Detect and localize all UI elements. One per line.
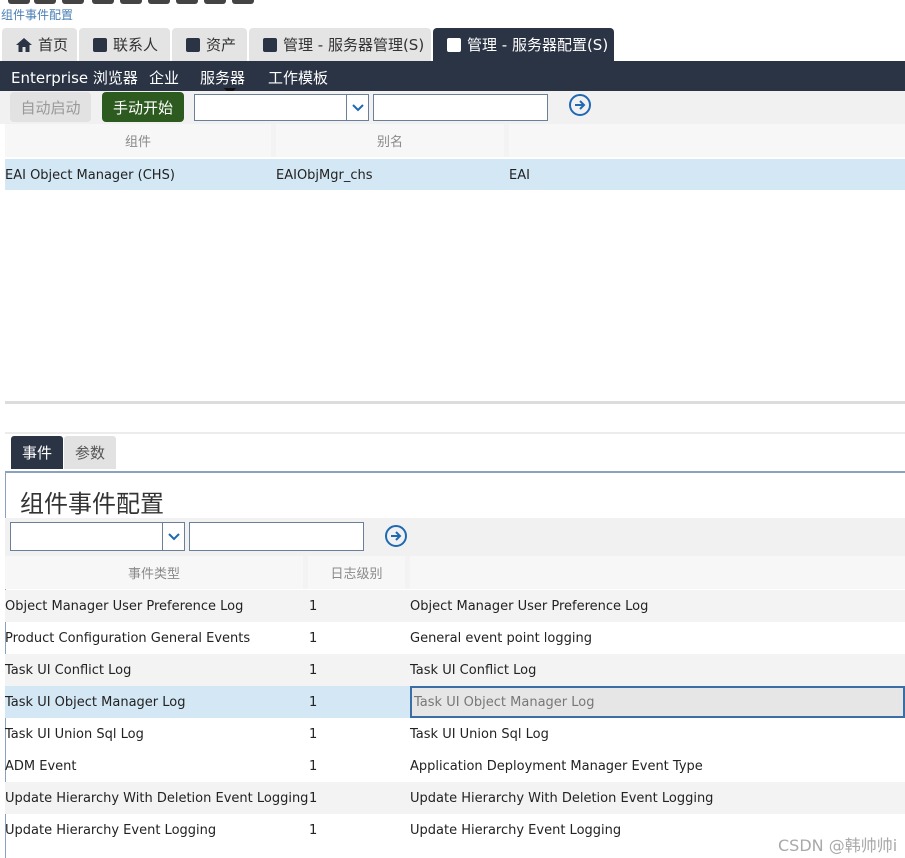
column-header-alias[interactable]: 别名	[276, 124, 504, 157]
grid-divider	[5, 401, 905, 404]
go-arrow-icon[interactable]	[569, 94, 591, 116]
events-query-value-input[interactable]	[189, 522, 364, 551]
square-icon	[186, 37, 200, 52]
toolbar-stub[interactable]	[92, 0, 114, 4]
nav-item-job-templates[interactable]: 工作模板	[268, 67, 328, 88]
cell-event-type: ADM Event	[5, 759, 77, 774]
cell-log-level: 1	[309, 631, 318, 646]
cell-log-level: 1	[309, 663, 318, 678]
section-separator	[5, 432, 905, 434]
cell-description: Task UI Union Sql Log	[410, 727, 549, 742]
column-header-extra[interactable]	[509, 124, 905, 157]
top-toolbar-strip	[0, 0, 905, 5]
cell-log-level: 1	[309, 727, 318, 742]
cell-event-type: Update Hierarchy With Deletion Event Log…	[5, 791, 309, 806]
query-value-input[interactable]	[373, 94, 548, 121]
nav-item-enterprise[interactable]: 企业	[149, 67, 179, 88]
square-outline-icon	[447, 37, 461, 52]
tab-label: 管理 - 服务器管理(S)	[283, 36, 425, 54]
table-row[interactable]: Task UI Union Sql Log 1 Task UI Union Sq…	[5, 718, 905, 750]
cell-description: Update Hierarchy Event Logging	[410, 823, 622, 838]
query-field-select[interactable]	[194, 94, 369, 121]
go-arrow-icon[interactable]	[385, 525, 407, 547]
toolbar-stub[interactable]	[8, 0, 30, 4]
column-header-log-level[interactable]: 日志级别	[308, 556, 405, 589]
description-edit-field[interactable]: Task UI Object Manager Log	[410, 686, 905, 718]
cell-log-level: 1	[309, 823, 318, 838]
home-icon	[16, 37, 32, 52]
cell-description: Application Deployment Manager Event Typ…	[410, 759, 703, 774]
column-header-event-type[interactable]: 事件类型	[5, 556, 303, 589]
cell-log-level: 1	[309, 791, 318, 806]
breadcrumb[interactable]: 组件事件配置	[1, 6, 73, 23]
cell-event-type: Product Configuration General Events	[5, 631, 251, 646]
table-row[interactable]: Object Manager User Preference Log 1 Obj…	[5, 590, 905, 622]
cell-log-level: 1	[309, 695, 318, 710]
cell-component: EAI Object Manager (CHS)	[5, 168, 175, 183]
square-icon	[93, 37, 107, 52]
column-header-component[interactable]: 组件	[5, 124, 271, 157]
toolbar-stub[interactable]	[176, 0, 198, 4]
table-row[interactable]: Task UI Conflict Log 1 Task UI Conflict …	[5, 654, 905, 686]
cell-description: Update Hierarchy With Deletion Event Log…	[410, 791, 714, 806]
cell-event-type: Object Manager User Preference Log	[5, 599, 244, 614]
panel-title: 组件事件配置	[20, 490, 164, 518]
events-query-field-select[interactable]	[10, 522, 185, 551]
tab-home[interactable]: 首页	[2, 28, 77, 61]
tab-contacts[interactable]: 联系人	[79, 28, 170, 61]
table-row[interactable]: Update Hierarchy Event Logging 1 Update …	[5, 814, 905, 846]
cell-extra: EAI	[509, 168, 530, 183]
cell-event-type: Task UI Union Sql Log	[5, 727, 144, 742]
column-header-description[interactable]	[410, 556, 905, 589]
toolbar-stub[interactable]	[120, 0, 142, 4]
chevron-down-icon[interactable]	[346, 95, 368, 120]
tab-label: 首页	[38, 36, 69, 54]
cell-event-type: Task UI Conflict Log	[5, 663, 132, 678]
toolbar-stub[interactable]	[34, 0, 56, 4]
cell-log-level: 1	[309, 599, 318, 614]
table-row[interactable]: EAI Object Manager (CHS) EAIObjMgr_chs E…	[5, 159, 905, 191]
subtab-events[interactable]: 事件	[11, 436, 63, 469]
table-row[interactable]: ADM Event 1 Application Deployment Manag…	[5, 750, 905, 782]
toolbar-stub[interactable]	[62, 0, 84, 4]
cell-alias: EAIObjMgr_chs	[276, 168, 373, 183]
sub-nav-bar: Enterprise 浏览器 企业 服务器 工作模板	[0, 61, 905, 91]
square-icon	[263, 37, 277, 52]
cell-event-type: Task UI Object Manager Log	[5, 695, 186, 710]
toolbar-stub[interactable]	[204, 0, 226, 4]
chevron-down-icon[interactable]	[162, 523, 184, 550]
tab-label: 管理 - 服务器配置(S)	[467, 36, 609, 54]
watermark: CSDN @韩帅帅i	[778, 836, 898, 855]
toolbar-stub[interactable]	[148, 0, 170, 4]
nav-item-server[interactable]: 服务器	[200, 67, 245, 88]
tab-label: 联系人	[113, 36, 159, 54]
components-list-empty-area	[5, 190, 905, 401]
components-grid-header: 组件 别名	[5, 124, 905, 157]
cell-description: Task UI Conflict Log	[410, 663, 537, 678]
tab-server-management[interactable]: 管理 - 服务器管理(S)	[249, 28, 431, 61]
cell-event-type: Update Hierarchy Event Logging	[5, 823, 217, 838]
subtab-parameters[interactable]: 参数	[64, 436, 116, 469]
cell-description: Object Manager User Preference Log	[410, 599, 649, 614]
cell-log-level: 1	[309, 759, 318, 774]
events-grid-header: 事件类型 日志级别	[5, 556, 905, 589]
table-row[interactable]: Update Hierarchy With Deletion Event Log…	[5, 782, 905, 814]
cell-description: General event point logging	[410, 631, 592, 646]
nav-item-enterprise-browser[interactable]: Enterprise 浏览器	[11, 67, 138, 88]
tab-server-configuration[interactable]: 管理 - 服务器配置(S)	[433, 28, 614, 61]
tab-bar: 首页 联系人 资产 管理 - 服务器管理(S) 管理 - 服务器配置(S)	[0, 28, 905, 61]
tab-label: 资产	[206, 36, 237, 54]
tab-assets[interactable]: 资产	[172, 28, 247, 61]
toolbar-stub[interactable]	[232, 0, 254, 4]
table-row[interactable]: Product Configuration General Events 1 G…	[5, 622, 905, 654]
auto-start-button[interactable]: 自动启动	[10, 92, 91, 122]
manual-start-button[interactable]: 手动开始	[102, 92, 184, 122]
